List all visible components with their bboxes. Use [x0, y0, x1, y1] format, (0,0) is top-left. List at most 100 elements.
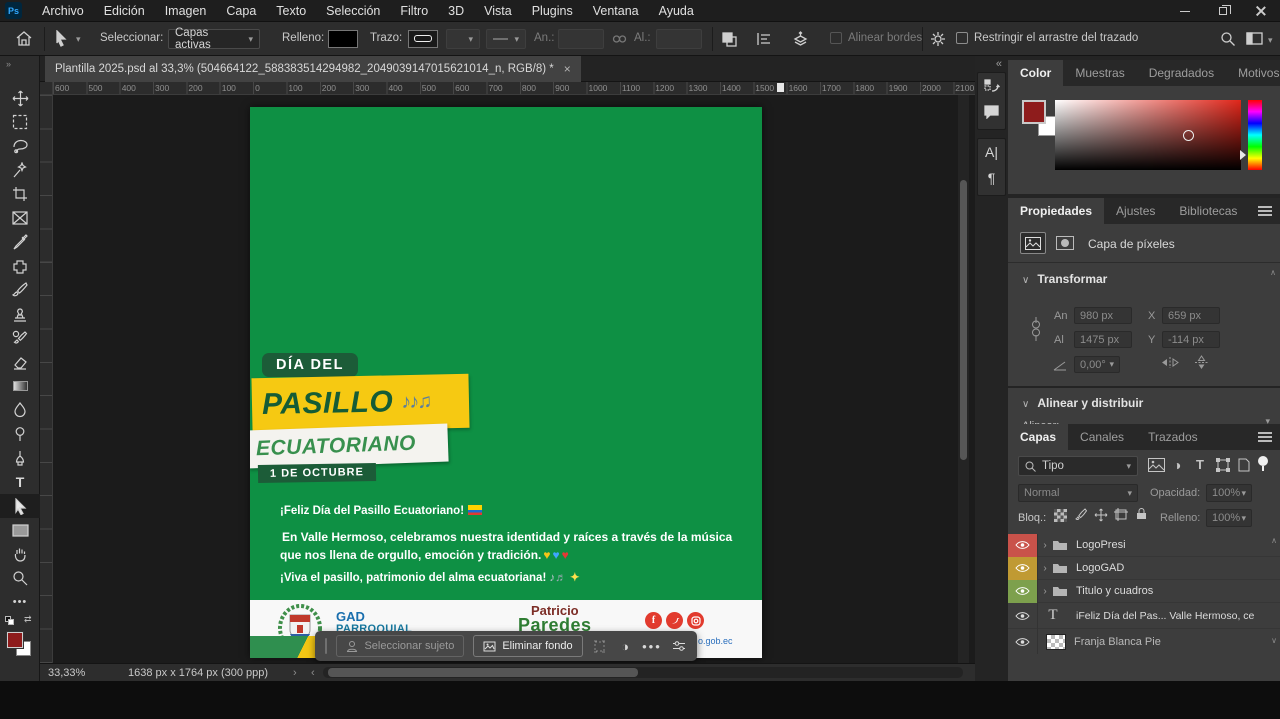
select-mode-dropdown[interactable]: Capas activas▾ — [168, 29, 260, 49]
layer-visibility-toggle[interactable] — [1008, 534, 1038, 557]
layer-filter-box[interactable]: Tipo ▾ — [1018, 456, 1138, 476]
mask-icon[interactable] — [1052, 232, 1078, 254]
gradient-tool[interactable] — [0, 374, 40, 398]
menu-item[interactable]: Edición — [94, 4, 155, 18]
status-arrow-icon[interactable]: › — [293, 667, 297, 679]
document-tab[interactable]: Plantilla 2025.psd al 33,3% (504664122_5… — [45, 56, 581, 82]
constrain-path-checkbox[interactable] — [956, 32, 968, 44]
tab-muestras[interactable]: Muestras — [1063, 60, 1136, 86]
home-icon[interactable] — [16, 31, 32, 46]
color-field-cursor[interactable] — [1183, 130, 1194, 141]
history-brush-tool[interactable] — [0, 326, 40, 350]
layers-scroll-up-icon[interactable]: ∧ — [1271, 536, 1277, 545]
tab-close-icon[interactable]: × — [564, 62, 571, 76]
tab-canales[interactable]: Canales — [1068, 424, 1136, 450]
blur-tool[interactable] — [0, 398, 40, 422]
tab-color[interactable]: Color — [1008, 60, 1063, 86]
workspace-switcher-icon[interactable] — [1246, 32, 1263, 45]
filter-smartobject-icon[interactable] — [1238, 458, 1250, 472]
default-colors-icon[interactable] — [5, 616, 15, 626]
menu-item[interactable]: Imagen — [155, 4, 217, 18]
layer-row[interactable]: T iFeliz Día del Pas... Valle Hermoso, c… — [1008, 603, 1280, 629]
menu-item[interactable]: Capa — [216, 4, 266, 18]
tool-options-caret[interactable]: ▾ — [76, 34, 81, 45]
panel-scroll-up-icon[interactable]: ∧ — [1270, 268, 1276, 277]
swap-colors-icon[interactable]: ⇄ — [24, 614, 32, 625]
restore-button[interactable] — [1204, 0, 1242, 22]
canvas-area[interactable]: DÍA DEL PASILLO ♪♪♫ ECUATORIANO 1 DE OCT… — [53, 95, 975, 663]
horizontal-scrollbar[interactable] — [323, 667, 963, 678]
properties-panel-menu-icon[interactable] — [1258, 206, 1272, 216]
layer-row[interactable]: › Titulo y cuadros — [1008, 580, 1280, 603]
zoom-tool[interactable] — [0, 566, 40, 590]
hand-tool[interactable] — [0, 542, 40, 566]
menu-item[interactable]: Ventana — [583, 4, 649, 18]
layer-row[interactable]: › LogoPresi — [1008, 534, 1280, 557]
layers-scroll-down-icon[interactable]: ∨ — [1271, 636, 1277, 645]
gear-icon[interactable] — [930, 31, 946, 47]
crop-tool[interactable] — [0, 182, 40, 206]
lock-position-icon[interactable] — [1094, 508, 1108, 522]
filter-toggle-icon[interactable] — [1258, 456, 1268, 471]
search-icon[interactable] — [1220, 31, 1236, 47]
close-button[interactable] — [1242, 0, 1280, 22]
frame-tool[interactable] — [0, 206, 40, 230]
move-tool-icon[interactable] — [54, 30, 68, 47]
tab-ajustes[interactable]: Ajustes — [1104, 198, 1167, 224]
tab-degradados[interactable]: Degradados — [1137, 60, 1226, 86]
filter-shape-icon[interactable] — [1216, 458, 1230, 472]
magic-wand-tool[interactable] — [0, 158, 40, 182]
color-fg-swatch[interactable] — [1022, 100, 1046, 124]
tab-motivos[interactable]: Motivos — [1226, 60, 1280, 86]
filter-adjustment-icon[interactable]: ◑ — [1173, 457, 1181, 473]
group-expand-caret[interactable]: › — [1038, 563, 1052, 574]
layer-visibility-toggle[interactable] — [1008, 557, 1038, 580]
marquee-tool[interactable] — [0, 110, 40, 134]
path-alignment-icon[interactable] — [756, 32, 772, 46]
shape-tool[interactable] — [0, 518, 40, 542]
eyedropper-tool[interactable] — [0, 230, 40, 254]
color-field[interactable] — [1055, 100, 1241, 170]
workspace-caret[interactable]: ▾ — [1268, 35, 1273, 46]
menu-item[interactable]: Vista — [474, 4, 522, 18]
layer-row[interactable]: Franja Blanca Pie — [1008, 629, 1280, 654]
boolean-ops-icon[interactable] — [722, 32, 737, 47]
tab-trazados[interactable]: Trazados — [1136, 424, 1210, 450]
clone-stamp-tool[interactable] — [0, 302, 40, 326]
zoom-level-field[interactable]: 33,33% — [48, 667, 85, 679]
align-section-header[interactable]: ∨Alinear y distribuir — [1022, 396, 1143, 410]
comments-panel-icon[interactable] — [978, 99, 1005, 125]
ctxbar-drag-handle[interactable] — [325, 638, 327, 654]
layer-thumbnail[interactable] — [1046, 634, 1066, 650]
history-panel-icon[interactable] — [978, 73, 1005, 99]
layer-visibility-toggle[interactable] — [1008, 603, 1038, 629]
menu-item[interactable]: Ayuda — [649, 4, 704, 18]
menu-item[interactable]: 3D — [438, 4, 474, 18]
vertical-scrollbar[interactable] — [958, 95, 969, 663]
menu-item[interactable]: Archivo — [32, 4, 94, 18]
hue-strip[interactable] — [1248, 100, 1262, 170]
fill-swatch[interactable] — [328, 30, 358, 48]
layer-row[interactable]: › LogoGAD — [1008, 557, 1280, 580]
group-expand-caret[interactable]: › — [1038, 586, 1052, 597]
hue-slider-arrow[interactable] — [1240, 150, 1246, 160]
collapse-panels-icon[interactable]: « — [996, 58, 1002, 70]
lasso-tool[interactable] — [0, 134, 40, 158]
group-expand-caret[interactable]: › — [1038, 540, 1052, 551]
tab-bibliotecas[interactable]: Bibliotecas — [1167, 198, 1249, 224]
pixel-layer-icon[interactable] — [1020, 232, 1046, 254]
move-tool[interactable] — [0, 86, 40, 110]
path-selection-tool[interactable] — [0, 494, 40, 518]
minimize-button[interactable] — [1166, 0, 1204, 22]
pen-tool[interactable] — [0, 446, 40, 470]
expand-tools-icon[interactable]: » — [6, 59, 12, 69]
transform-section-header[interactable]: ∨Transformar — [1022, 272, 1107, 286]
horizontal-scrollbar-thumb[interactable] — [328, 668, 638, 677]
filter-pixel-icon[interactable] — [1148, 458, 1165, 472]
link-wh-icon[interactable] — [1030, 316, 1042, 342]
character-panel-icon[interactable]: A| — [978, 139, 1005, 165]
eraser-tool[interactable] — [0, 350, 40, 374]
type-tool[interactable]: T — [0, 470, 40, 494]
healing-brush-tool[interactable] — [0, 254, 40, 278]
lock-artboard-icon[interactable] — [1114, 508, 1128, 521]
